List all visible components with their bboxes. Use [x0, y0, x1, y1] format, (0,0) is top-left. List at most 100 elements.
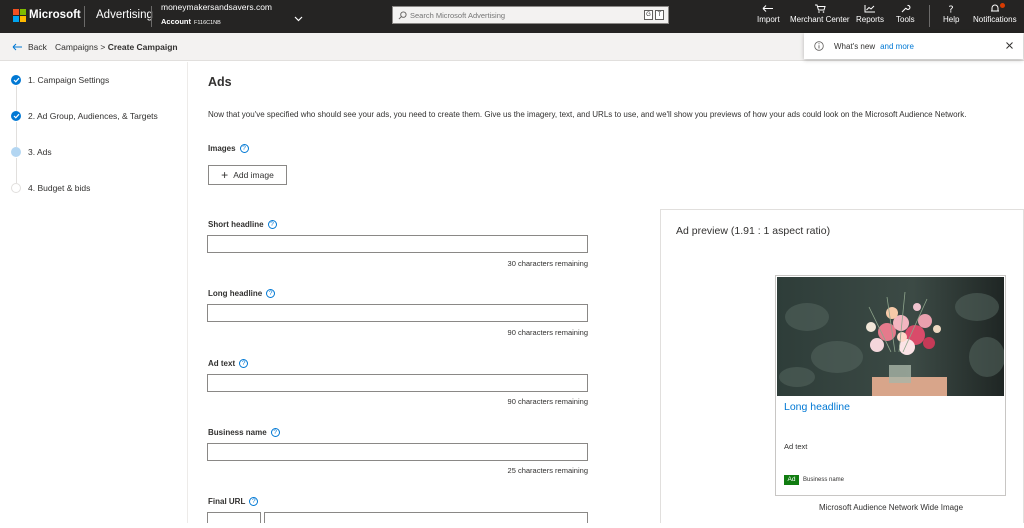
- short-headline-input[interactable]: [207, 235, 588, 253]
- long-headline-label: Long headline ?: [208, 289, 276, 298]
- search-input[interactable]: [410, 10, 640, 20]
- nav-merchant-label: Merchant Center: [790, 15, 850, 24]
- page-title: Ads: [208, 75, 232, 89]
- search-box[interactable]: G T: [392, 6, 669, 24]
- ad-text-label: Ad text ?: [208, 359, 249, 368]
- long-headline-input[interactable]: [207, 304, 588, 322]
- help-icon[interactable]: ?: [270, 428, 280, 437]
- bell-icon: [990, 4, 999, 12]
- product-name[interactable]: Advertising: [96, 9, 153, 21]
- business-name-label: Business name ?: [208, 428, 280, 437]
- wrench-icon: [901, 4, 911, 13]
- business-name-input[interactable]: [207, 443, 588, 461]
- nav-notifications[interactable]: Notifications: [973, 3, 1017, 30]
- nav-merchant-center[interactable]: Merchant Center: [790, 4, 850, 30]
- shortcut-key-g: G: [644, 10, 653, 20]
- breadcrumb-separator: >: [100, 42, 106, 52]
- character-count: 25 characters remaining: [507, 466, 588, 475]
- step-budget-bids[interactable]: 4. Budget & bids: [11, 183, 90, 193]
- step-ad-group[interactable]: 2. Ad Group, Audiences, & Targets: [11, 111, 158, 121]
- final-url-label: Final URL ?: [208, 497, 259, 506]
- import-icon: [762, 5, 774, 12]
- question-icon: ?: [949, 5, 954, 14]
- cart-icon: [814, 4, 826, 13]
- chevron-down-icon[interactable]: [294, 16, 303, 22]
- back-label: Back: [28, 42, 47, 52]
- notification-badge: [999, 3, 1005, 8]
- nav-tools-label: Tools: [896, 15, 915, 24]
- microsoft-logo-icon[interactable]: [13, 9, 26, 22]
- images-label-text: Images: [208, 144, 236, 153]
- account-label-line: Account F116C1NB: [161, 17, 221, 26]
- plus-icon: +: [221, 168, 229, 182]
- help-icon[interactable]: ?: [267, 220, 277, 229]
- breadcrumb: Campaigns > Create Campaign: [55, 42, 178, 52]
- ad-text-input[interactable]: [207, 374, 588, 392]
- ad-image: [777, 277, 1004, 396]
- step-connector: [15, 86, 17, 111]
- checkmark-icon: [11, 75, 21, 85]
- nav-help[interactable]: ? Help: [943, 4, 959, 30]
- nav-tools[interactable]: Tools: [896, 4, 915, 30]
- preview-title: Ad preview (1.91 : 1 aspect ratio): [676, 225, 831, 237]
- ad-badge: Ad: [784, 475, 799, 485]
- nav-reports[interactable]: Reports: [856, 4, 884, 30]
- shortcut-key-t: T: [655, 10, 664, 20]
- nav-import-label: Import: [757, 15, 780, 24]
- field-label: Business name: [208, 428, 267, 437]
- help-icon[interactable]: ?: [239, 359, 249, 368]
- step-label: 1. Campaign Settings: [28, 75, 110, 85]
- help-icon[interactable]: ?: [249, 497, 259, 506]
- ad-headline: Long headline: [784, 401, 850, 413]
- breadcrumb-campaigns[interactable]: Campaigns: [55, 42, 98, 52]
- svg-text:?: ?: [949, 5, 954, 14]
- field-label: Short headline: [208, 220, 264, 229]
- close-icon[interactable]: [1005, 41, 1014, 50]
- company-name[interactable]: Microsoft: [29, 9, 81, 21]
- step-label: 4. Budget & bids: [28, 183, 91, 193]
- account-email: moneymakersandsavers.com: [161, 2, 273, 12]
- ad-text: Ad text: [784, 442, 808, 451]
- step-label: 2. Ad Group, Audiences, & Targets: [28, 111, 158, 121]
- help-icon[interactable]: ?: [239, 144, 249, 153]
- whats-new-text: What's new: [834, 41, 876, 51]
- character-count: 30 characters remaining: [507, 259, 588, 268]
- nav-reports-label: Reports: [856, 15, 885, 24]
- field-label: Long headline: [208, 289, 263, 298]
- info-icon: [814, 41, 824, 51]
- whats-new-link[interactable]: and more: [880, 42, 914, 51]
- nav-help-label: Help: [943, 15, 960, 24]
- step-navigation: 1. Campaign Settings 2. Ad Group, Audien…: [0, 62, 188, 528]
- whats-new-banner: What's new and more: [804, 33, 1023, 59]
- add-image-label: Add image: [233, 170, 274, 180]
- account-label: Account: [161, 17, 191, 26]
- nav-import[interactable]: Import: [757, 4, 780, 30]
- breadcrumb-current: Create Campaign: [107, 42, 178, 52]
- add-image-button[interactable]: + Add image: [208, 165, 287, 185]
- step-campaign-settings[interactable]: 1. Campaign Settings: [11, 75, 109, 85]
- step-connector: [15, 122, 17, 147]
- step-connector: [15, 158, 17, 183]
- character-count: 90 characters remaining: [507, 328, 588, 337]
- preview-caption: Microsoft Audience Network Wide Image: [818, 503, 964, 512]
- help-icon[interactable]: ?: [266, 289, 276, 298]
- character-count: 90 characters remaining: [507, 397, 588, 406]
- bottom-strip: [0, 523, 1024, 528]
- nav-notifications-label: Notifications: [973, 15, 1017, 24]
- step-label: 3. Ads: [28, 147, 52, 157]
- field-label: Ad text: [208, 359, 236, 368]
- divider: [151, 6, 152, 27]
- checkmark-icon: [11, 111, 21, 121]
- pending-step-icon: [11, 183, 21, 193]
- account-id: F116C1NB: [194, 20, 221, 26]
- step-ads[interactable]: 3. Ads: [11, 147, 52, 157]
- chart-icon: [864, 5, 875, 13]
- search-icon: [398, 10, 407, 19]
- ad-preview-card: Long headline Ad text Ad Business name: [775, 275, 1006, 496]
- ad-preview-panel: Ad preview (1.91 : 1 aspect ratio) Long …: [660, 209, 1024, 528]
- field-label: Final URL: [208, 497, 246, 506]
- arrow-left-icon: [12, 43, 22, 51]
- back-button[interactable]: Back: [12, 42, 47, 52]
- current-step-icon: [11, 147, 21, 157]
- images-label: Images ?: [208, 144, 249, 153]
